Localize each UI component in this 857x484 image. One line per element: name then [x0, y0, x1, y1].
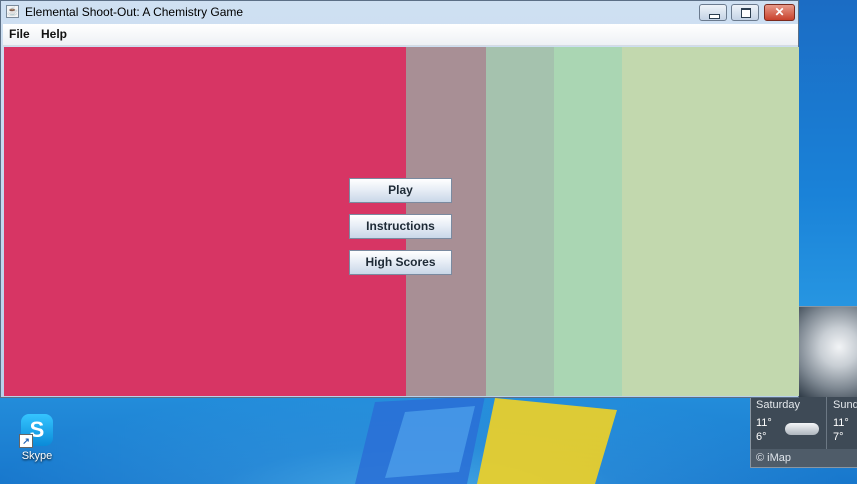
instructions-button[interactable]: Instructions	[349, 214, 452, 239]
window-title: Elemental Shoot-Out: A Chemistry Game	[25, 5, 244, 19]
skype-icon: S ↗	[19, 414, 53, 448]
maximize-button[interactable]	[731, 4, 759, 21]
menu-bar: File Help	[3, 24, 798, 46]
background-stripe	[486, 47, 554, 396]
shortcut-arrow-icon: ↗	[19, 434, 33, 448]
close-icon: ✕	[774, 5, 785, 19]
weather-source: © iMap	[751, 449, 857, 467]
background-stripe	[622, 47, 799, 396]
weather-divider	[826, 397, 827, 449]
weather-sky-image	[799, 307, 857, 397]
cloud-icon	[785, 423, 819, 435]
menu-file[interactable]: File	[9, 27, 30, 41]
menu-help[interactable]: Help	[41, 27, 67, 41]
high-scores-button[interactable]: High Scores	[349, 250, 452, 275]
minimize-icon	[709, 14, 720, 19]
play-button[interactable]: Play	[349, 178, 452, 203]
desktop-icon-label: Skype	[21, 450, 53, 462]
maximize-icon	[741, 8, 751, 18]
title-bar[interactable]: ☕ Elemental Shoot-Out: A Chemistry Game …	[1, 1, 798, 23]
background-stripe	[4, 47, 406, 396]
windows-logo	[355, 396, 617, 484]
weather-high-2: 11°	[833, 417, 849, 429]
game-canvas: Play Instructions High Scores	[4, 47, 799, 396]
background-stripe	[554, 47, 622, 396]
weather-day-1: Saturday	[756, 399, 801, 411]
weather-high-1: 11°	[756, 417, 772, 429]
close-button[interactable]: ✕	[764, 4, 795, 21]
weather-low-1: 6°	[756, 431, 767, 443]
minimize-button[interactable]	[699, 4, 727, 21]
desktop-icon-skype[interactable]: S ↗ Skype	[14, 414, 60, 462]
weather-low-2: 7°	[833, 431, 844, 443]
weather-day-2: Sund	[833, 399, 857, 411]
java-app-icon: ☕	[6, 5, 19, 18]
app-window: ☕ Elemental Shoot-Out: A Chemistry Game …	[0, 0, 799, 398]
